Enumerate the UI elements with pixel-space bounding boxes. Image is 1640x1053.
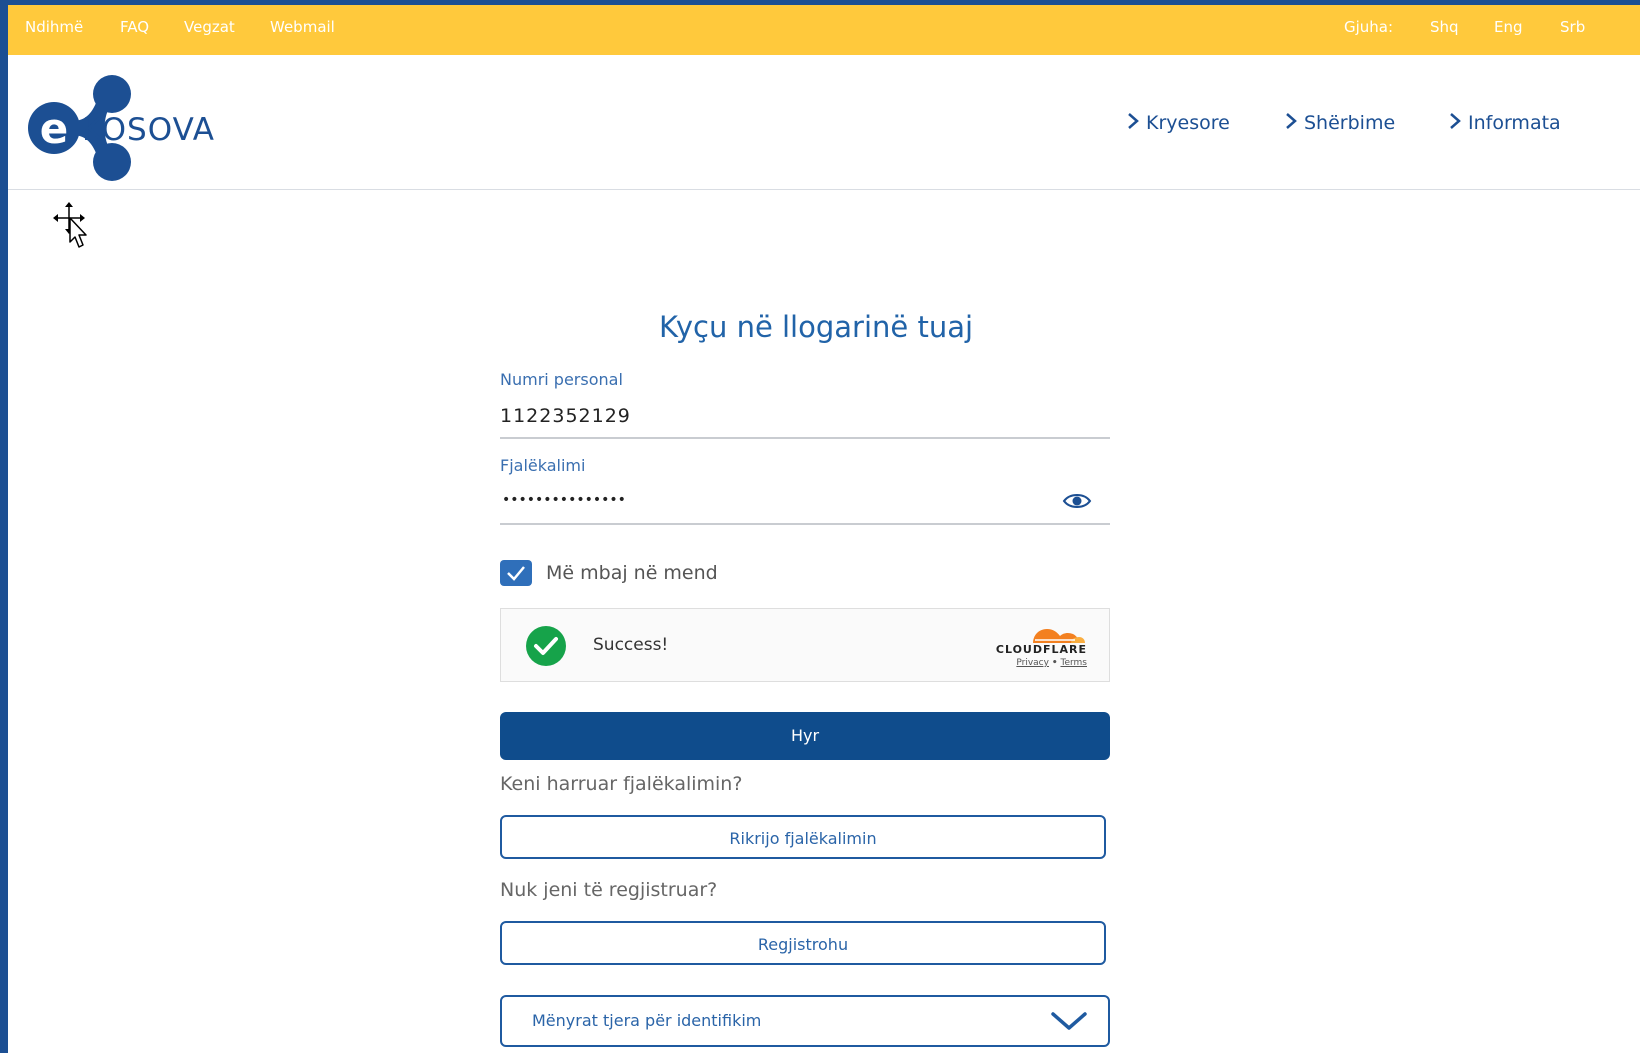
language-srb-link[interactable]: Srb (1560, 18, 1585, 36)
personal-number-underline (500, 437, 1110, 439)
success-check-icon (526, 626, 566, 666)
password-underline (500, 523, 1110, 525)
privacy-link[interactable]: Privacy (1016, 658, 1049, 668)
terms-link[interactable]: Terms (1060, 658, 1087, 668)
personal-number-input[interactable]: 1122352129 (500, 405, 631, 427)
nav-information[interactable]: Informata (1448, 112, 1561, 134)
register-button[interactable]: Regjistrohu (500, 921, 1106, 965)
language-eng-link[interactable]: Eng (1494, 18, 1523, 36)
top-bar: Ndihmë FAQ Vegzat Webmail Gjuha: Shq Eng… (8, 5, 1640, 55)
chevron-right-icon (1450, 113, 1461, 129)
cloudflare-links: Privacy • Terms (967, 658, 1087, 669)
mouse-cursor-icon (53, 202, 87, 248)
checkmark-icon (507, 566, 525, 581)
webmail-link[interactable]: Webmail (270, 18, 335, 36)
other-identification-label: Mënyrat tjera për identifikim (532, 1011, 762, 1030)
eye-icon[interactable] (1062, 491, 1092, 511)
chevron-right-icon (1128, 113, 1139, 129)
nav-services[interactable]: Shërbime (1284, 112, 1395, 134)
personal-number-label: Numri personal (500, 370, 623, 389)
password-label: Fjalëkalimi (500, 456, 586, 475)
logo-letter: e (40, 104, 69, 153)
nav-information-label: Informata (1468, 112, 1561, 134)
help-link[interactable]: Ndihmë (25, 18, 83, 36)
register-prompt: Nuk jeni të regjistruar? (500, 879, 718, 901)
links-link[interactable]: Vegzat (184, 18, 235, 36)
nav-home-label: Kryesore (1146, 112, 1230, 134)
remember-me-label[interactable]: Më mbaj në mend (546, 562, 718, 584)
cloudflare-wordmark: CLOUDFLARE (995, 643, 1087, 656)
remember-me-checkbox[interactable] (500, 560, 532, 586)
page: Ndihmë FAQ Vegzat Webmail Gjuha: Shq Eng… (8, 5, 1640, 1053)
site-header: e KOSOVA Kryesore Shërbime Informata (8, 55, 1640, 190)
logo-wordmark: KOSOVA (82, 112, 215, 148)
chevron-right-icon (1286, 113, 1297, 129)
password-input[interactable]: ••••••••••••••• (502, 489, 626, 511)
nav-services-label: Shërbime (1304, 112, 1396, 134)
faq-link[interactable]: FAQ (120, 18, 149, 36)
captcha-status: Success! (593, 635, 669, 655)
reset-password-button[interactable]: Rikrijo fjalëkalimin (500, 815, 1106, 859)
link-separator: • (1051, 658, 1058, 668)
forgot-password-prompt: Keni harruar fjalëkalimin? (500, 773, 743, 795)
ekosova-logo[interactable]: e KOSOVA (24, 73, 264, 183)
login-title: Kyçu në llogarinë tuaj (658, 310, 974, 344)
language-label: Gjuha: (1344, 18, 1394, 36)
chevron-down-icon (1051, 1012, 1087, 1030)
other-identification-dropdown[interactable]: Mënyrat tjera për identifikim (500, 995, 1110, 1047)
language-shq-link[interactable]: Shq (1430, 18, 1459, 36)
login-button[interactable]: Hyr (500, 712, 1110, 760)
nav-home[interactable]: Kryesore (1126, 112, 1230, 134)
cloudflare-captcha: Success! CLOUDFLARE Privacy • Terms (500, 608, 1110, 682)
